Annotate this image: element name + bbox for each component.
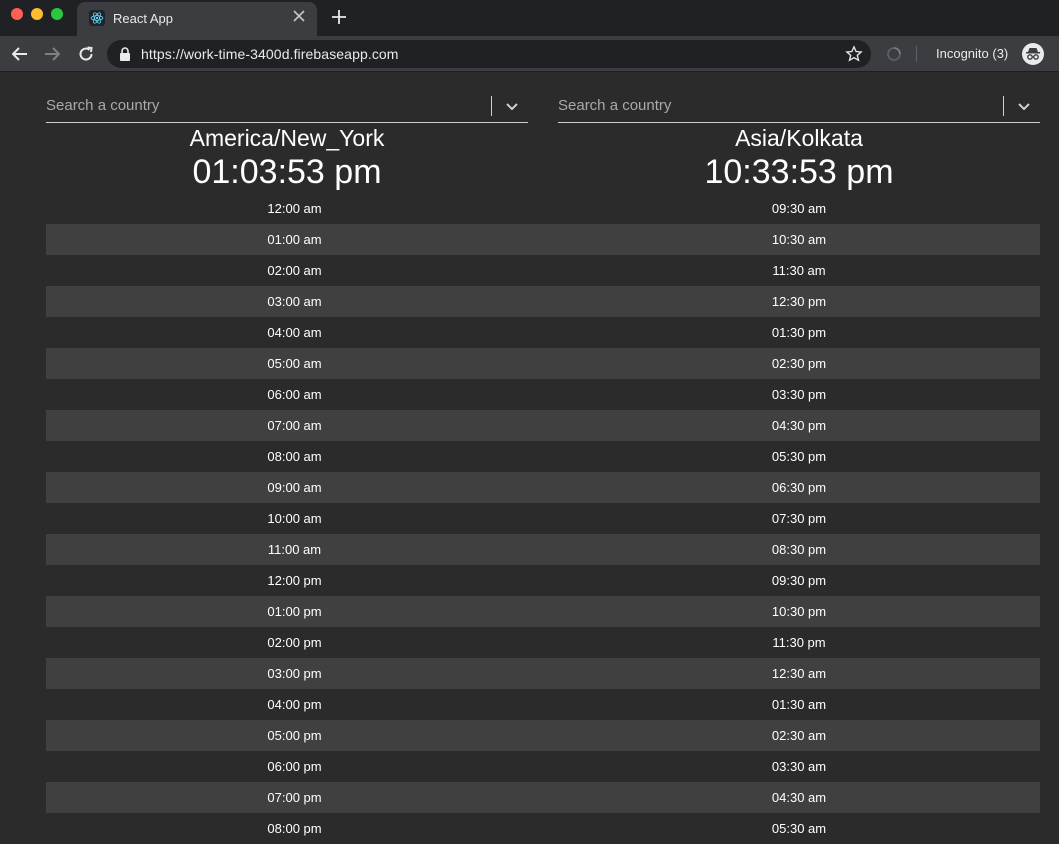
hour-cell-right: 06:30 pm [771, 480, 827, 495]
hour-cell-left: 08:00 am [267, 449, 322, 464]
hour-cell-right: 02:30 pm [771, 356, 827, 371]
hour-cell-left: 05:00 am [267, 356, 322, 371]
hour-cell-left: 07:00 pm [267, 790, 322, 805]
hour-row: 07:00 am 04:30 pm [46, 410, 1040, 441]
chevron-down-icon[interactable] [1016, 98, 1032, 114]
timezone-name: America/New_York [189, 125, 385, 151]
hour-cell-left: 01:00 pm [267, 604, 322, 619]
hour-cell-left: 05:00 pm [267, 728, 322, 743]
hour-cell-left: 07:00 am [267, 418, 322, 433]
chevron-down-icon[interactable] [504, 98, 520, 114]
hour-row: 07:00 pm 04:30 am [46, 782, 1040, 813]
hour-cell-right: 11:30 am [772, 263, 826, 278]
hour-cell-left: 12:00 am [267, 201, 322, 216]
hour-cell-left: 09:00 am [267, 480, 322, 495]
hour-cell-right: 09:30 pm [771, 573, 827, 588]
toolbar-divider [916, 46, 917, 62]
hour-row: 09:00 am 06:30 pm [46, 472, 1040, 503]
hour-row: 04:00 pm 01:30 am [46, 689, 1040, 720]
window-close-button[interactable] [11, 8, 23, 20]
hour-cell-right: 01:30 pm [771, 325, 827, 340]
hour-row: 04:00 am 01:30 pm [46, 317, 1040, 348]
current-time: 10:33:53 pm [704, 153, 894, 191]
hour-cell-left: 02:00 pm [267, 635, 322, 650]
hour-cell-right: 10:30 am [771, 232, 827, 247]
hour-cell-right: 09:30 am [771, 201, 827, 216]
hour-row: 11:00 am 08:30 pm [46, 534, 1040, 565]
hour-cell-right: 02:30 am [771, 728, 827, 743]
hour-cell-right: 11:30 pm [772, 635, 826, 650]
hour-cell-right: 10:30 pm [771, 604, 827, 619]
hour-cell-right: 03:30 am [771, 759, 827, 774]
country-select-left[interactable]: Search a country [46, 89, 528, 123]
browser-tab-strip: React App [0, 0, 1059, 36]
hour-cell-left: 02:00 am [267, 263, 322, 278]
hour-cell-left: 10:00 am [267, 511, 322, 526]
hour-cell-left: 03:00 am [267, 294, 322, 309]
hour-row: 10:00 am 07:30 pm [46, 503, 1040, 534]
hour-row: 02:00 pm 11:30 pm [46, 627, 1040, 658]
country-select-right[interactable]: Search a country [558, 89, 1040, 123]
hour-row: 01:00 pm 10:30 pm [46, 596, 1040, 627]
hour-cell-right: 08:30 pm [771, 542, 827, 557]
hour-cell-right: 12:30 am [771, 666, 827, 681]
timezone-name: Asia/Kolkata [735, 125, 863, 151]
hour-cell-left: 04:00 pm [267, 697, 322, 712]
hour-cell-left: 08:00 pm [267, 821, 322, 836]
hour-cell-right: 07:30 pm [771, 511, 827, 526]
star-icon[interactable] [845, 45, 863, 63]
hour-cell-left: 04:00 am [267, 325, 322, 340]
select-divider [1003, 96, 1004, 116]
incognito-label[interactable]: Incognito (3) [936, 46, 1008, 61]
current-time: 01:03:53 pm [192, 153, 382, 191]
hour-row: 08:00 am 05:30 pm [46, 441, 1040, 472]
address-bar[interactable]: https://work-time-3400d.firebaseapp.com [107, 40, 871, 68]
browser-toolbar: https://work-time-3400d.firebaseapp.com … [0, 36, 1059, 72]
hour-cell-left: 11:00 am [267, 542, 322, 557]
react-logo-icon [89, 10, 105, 26]
hour-row: 08:00 pm 05:30 am [46, 813, 1040, 844]
hour-row: 12:00 pm 09:30 pm [46, 565, 1040, 596]
country-search-input[interactable]: Search a country [46, 97, 159, 114]
tab-close-icon[interactable] [291, 10, 307, 26]
window-maximize-button[interactable] [51, 8, 63, 20]
hour-row: 01:00 am 10:30 am [46, 224, 1040, 255]
arrow-right-icon[interactable] [42, 44, 62, 64]
reload-icon[interactable] [76, 44, 96, 64]
hour-row: 12:00 am 09:30 am [46, 193, 1040, 224]
hour-row: 05:00 am 02:30 pm [46, 348, 1040, 379]
hour-cell-left: 06:00 am [267, 387, 322, 402]
hour-cell-left: 06:00 pm [267, 759, 322, 774]
hour-table: 12:00 am 09:30 am 01:00 am 10:30 am 02:00 am… [46, 193, 1040, 844]
hour-cell-left: 01:00 am [267, 232, 322, 247]
url-text[interactable]: https://work-time-3400d.firebaseapp.com [141, 46, 399, 62]
window-minimize-button[interactable] [31, 8, 43, 20]
hour-cell-left: 12:00 pm [267, 573, 322, 588]
incognito-icon[interactable] [1022, 43, 1044, 65]
country-search-input[interactable]: Search a country [558, 97, 671, 114]
extension-spinner-icon[interactable] [886, 46, 902, 62]
hour-row: 03:00 pm 12:30 am [46, 658, 1040, 689]
hour-cell-right: 12:30 pm [771, 294, 827, 309]
new-tab-plus-icon[interactable] [329, 6, 349, 28]
select-divider [491, 96, 492, 116]
hour-cell-right: 04:30 pm [771, 418, 827, 433]
arrow-left-icon[interactable] [10, 44, 30, 64]
hour-cell-right: 03:30 pm [771, 387, 827, 402]
hour-cell-right: 01:30 am [771, 697, 827, 712]
hour-row: 03:00 am 12:30 pm [46, 286, 1040, 317]
hour-cell-right: 05:30 pm [771, 449, 827, 464]
lock-icon[interactable] [119, 47, 131, 61]
hour-cell-right: 05:30 am [771, 821, 827, 836]
hour-cell-right: 04:30 am [771, 790, 827, 805]
hour-row: 05:00 pm 02:30 am [46, 720, 1040, 751]
hour-row: 02:00 am 11:30 am [46, 255, 1040, 286]
hour-row: 06:00 pm 03:30 am [46, 751, 1040, 782]
hour-cell-left: 03:00 pm [267, 666, 322, 681]
app-content: Search a country America/New_York 01:03:… [0, 73, 1059, 842]
browser-tab[interactable]: React App [77, 2, 317, 36]
hour-row: 06:00 am 03:30 pm [46, 379, 1040, 410]
tab-title: React App [113, 11, 173, 26]
